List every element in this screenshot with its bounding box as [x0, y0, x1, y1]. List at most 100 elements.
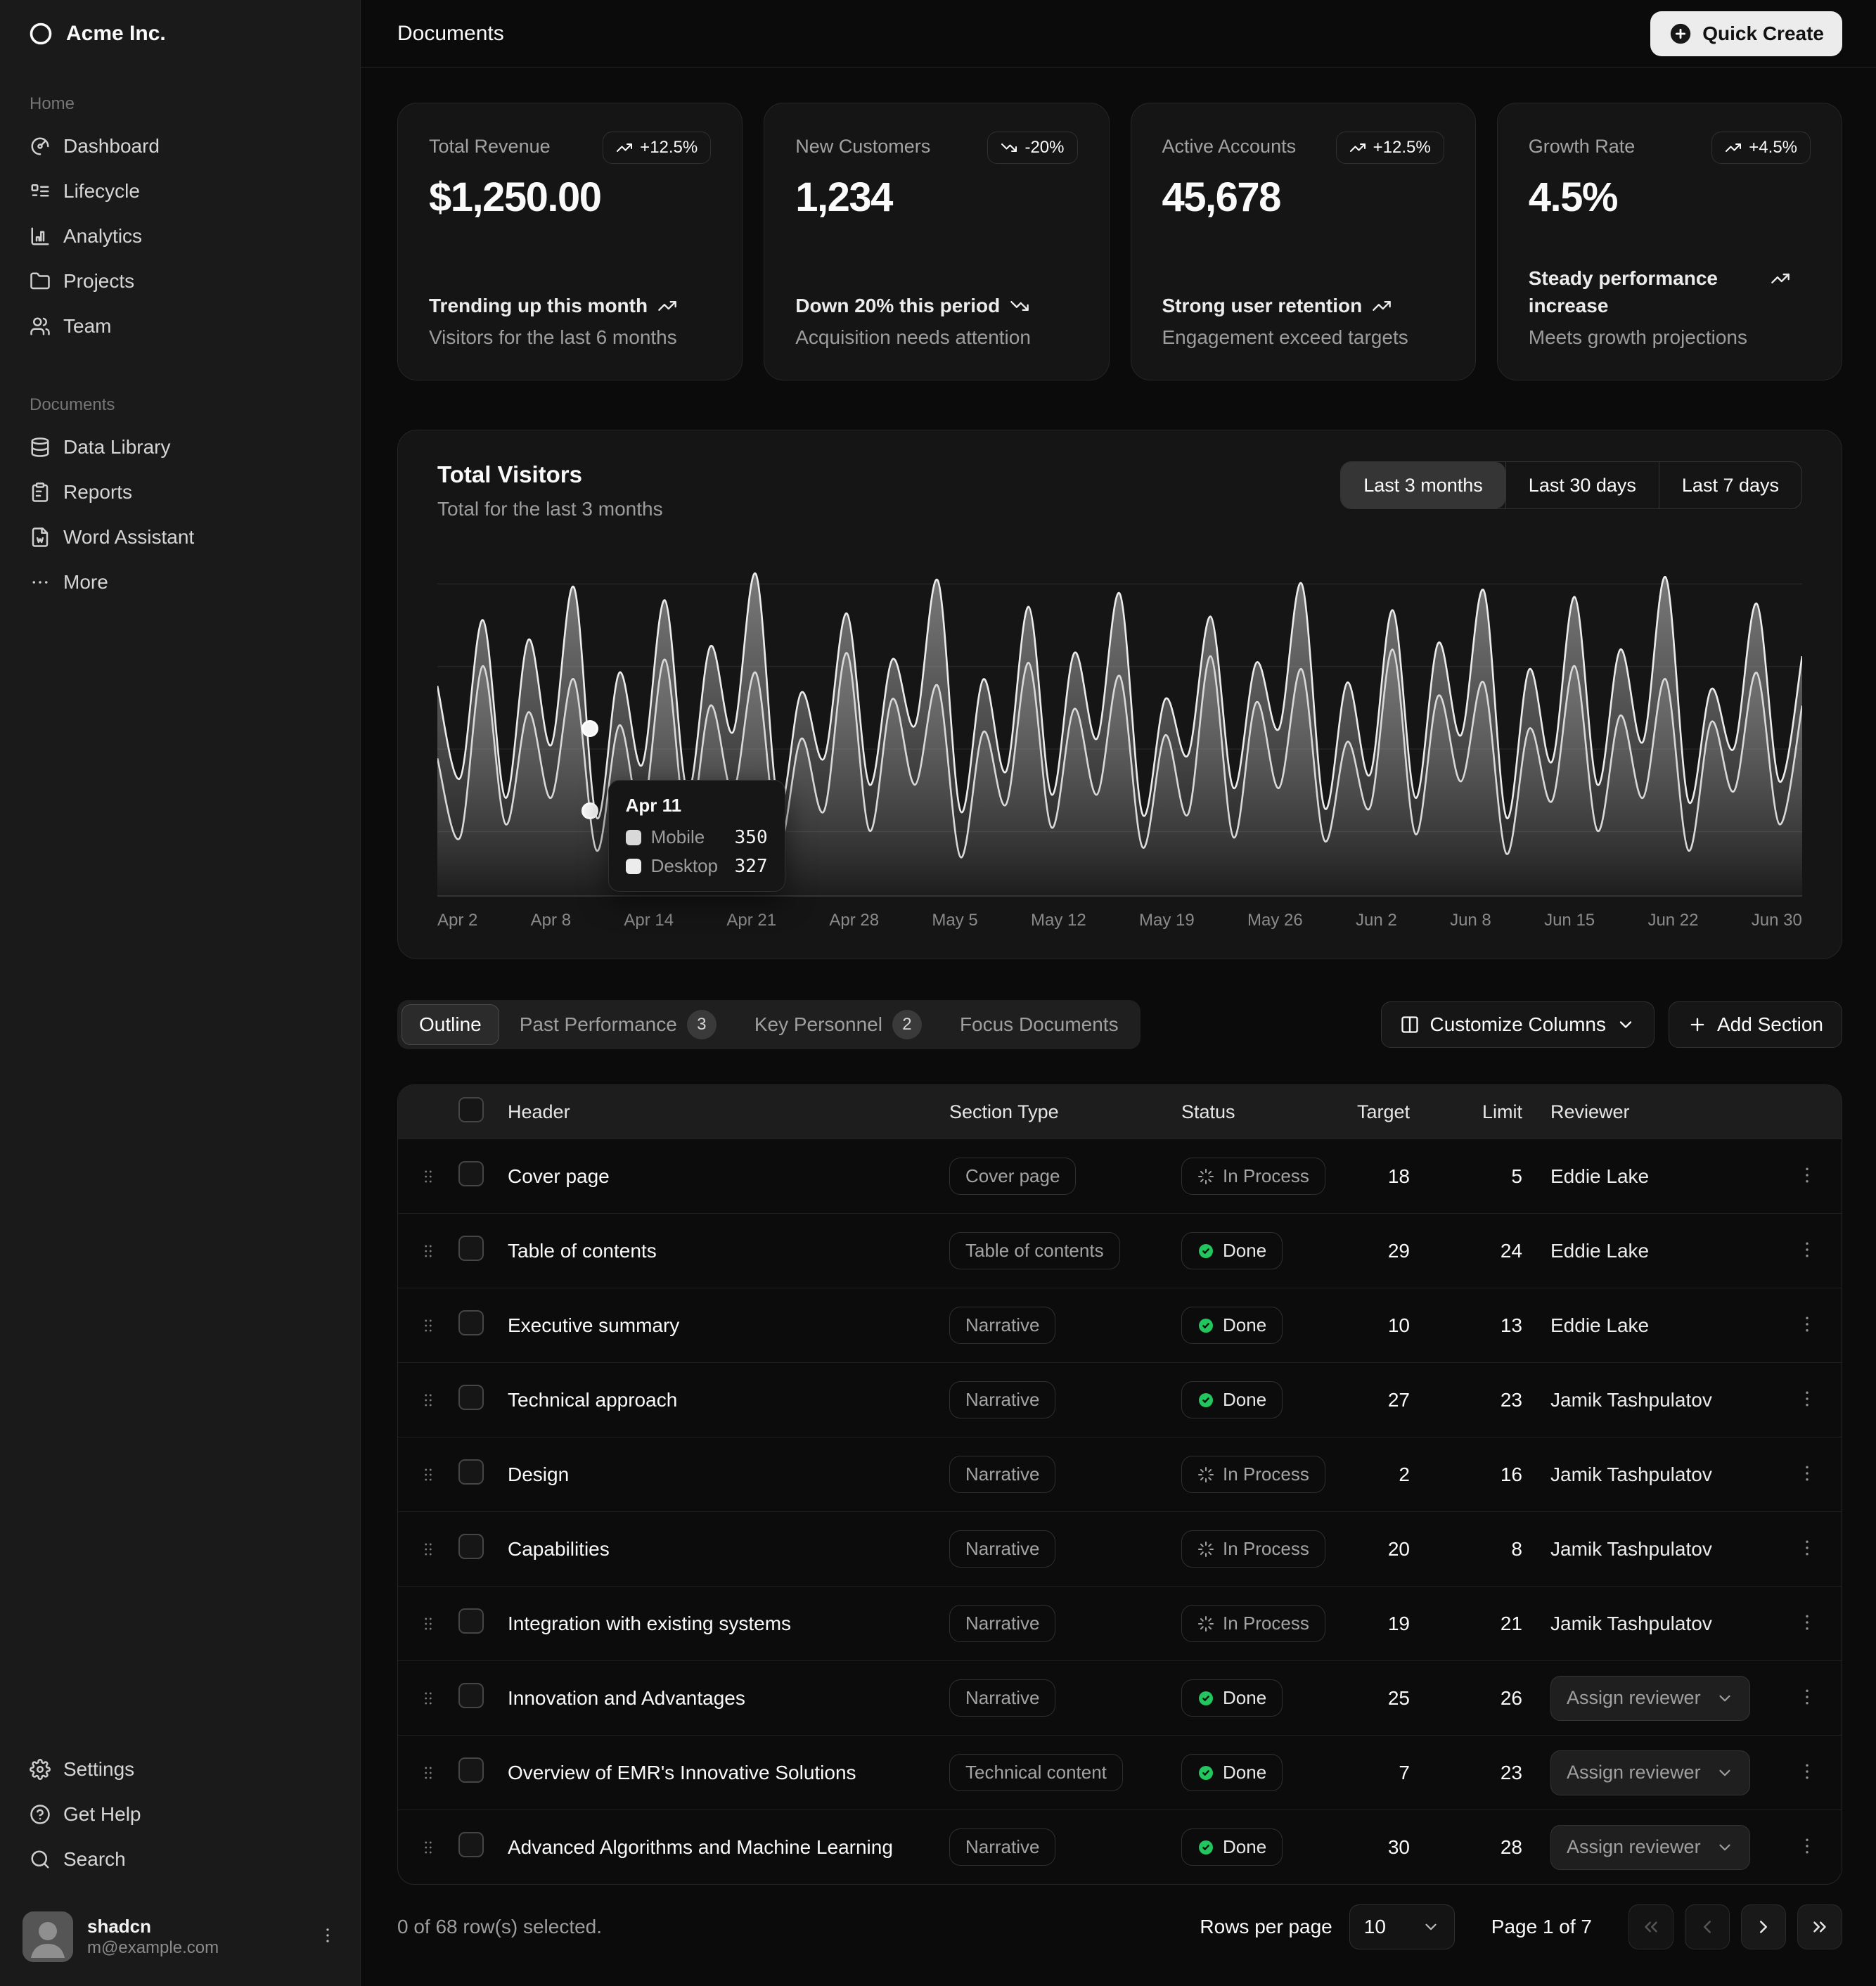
sidebar-item-projects[interactable]: Projects: [11, 259, 349, 304]
row-header-link[interactable]: Table of contents: [508, 1240, 949, 1262]
tab-key-personnel[interactable]: Key Personnel2: [737, 1004, 939, 1045]
customize-columns-button[interactable]: Customize Columns: [1381, 1001, 1655, 1048]
row-header-link[interactable]: Design: [508, 1463, 949, 1486]
row-menu-button[interactable]: [1797, 1686, 1818, 1710]
last-page-button[interactable]: [1797, 1904, 1842, 1949]
row-header-link[interactable]: Executive summary: [508, 1314, 949, 1337]
row-checkbox[interactable]: [458, 1385, 484, 1410]
row-checkbox[interactable]: [458, 1757, 484, 1783]
quick-create-button[interactable]: Quick Create: [1650, 11, 1842, 56]
row-menu-button[interactable]: [1797, 1537, 1818, 1561]
row-menu-button[interactable]: [1797, 1761, 1818, 1784]
section-type-badge: Table of contents: [949, 1232, 1120, 1269]
drag-handle[interactable]: [398, 1466, 458, 1484]
loader-icon: [1197, 1168, 1214, 1185]
drag-handle[interactable]: [398, 1391, 458, 1409]
row-checkbox[interactable]: [458, 1236, 484, 1261]
trend-badge: +4.5%: [1711, 132, 1811, 164]
row-checkbox[interactable]: [458, 1608, 484, 1634]
grip-vertical-icon: [419, 1838, 437, 1857]
col-reviewer: Reviewer: [1529, 1101, 1772, 1123]
drag-handle[interactable]: [398, 1242, 458, 1260]
range-option-last-30-days[interactable]: Last 30 days: [1505, 462, 1659, 508]
row-header-link[interactable]: Overview of EMR's Innovative Solutions: [508, 1762, 949, 1784]
row-menu-button[interactable]: [1797, 1612, 1818, 1635]
prev-page-button[interactable]: [1685, 1904, 1730, 1949]
drag-handle[interactable]: [398, 1615, 458, 1633]
row-header-link[interactable]: Cover page: [508, 1165, 949, 1188]
range-option-last-7-days[interactable]: Last 7 days: [1659, 462, 1801, 508]
assign-reviewer-select[interactable]: Assign reviewer: [1550, 1825, 1750, 1870]
row-header-link[interactable]: Advanced Algorithms and Machine Learning: [508, 1836, 949, 1859]
limit-value: 26: [1417, 1687, 1529, 1710]
sidebar-item-analytics[interactable]: Analytics: [11, 214, 349, 259]
select-all-checkbox[interactable]: [458, 1097, 484, 1122]
gear-icon: [30, 1759, 51, 1780]
sidebar-item-search[interactable]: Search: [11, 1837, 349, 1882]
row-header-link[interactable]: Integration with existing systems: [508, 1613, 949, 1635]
drag-handle[interactable]: [398, 1764, 458, 1782]
tab-outline[interactable]: Outline: [401, 1004, 499, 1045]
range-option-last-3-months[interactable]: Last 3 months: [1341, 462, 1505, 508]
content: Total Revenue +12.5% $1,250.00 Trending …: [361, 68, 1876, 1978]
status-badge: Done: [1181, 1381, 1283, 1418]
tab-count-badge: 2: [892, 1010, 922, 1039]
drag-handle[interactable]: [398, 1316, 458, 1335]
drag-handle[interactable]: [398, 1838, 458, 1857]
section-type-badge: Narrative: [949, 1605, 1055, 1642]
series-swatch: [626, 859, 641, 874]
drag-handle[interactable]: [398, 1167, 458, 1186]
users-icon: [30, 316, 51, 337]
table-footer: 0 of 68 row(s) selected. Rows per page 1…: [397, 1904, 1842, 1978]
plus-icon: [1688, 1015, 1707, 1034]
first-page-button[interactable]: [1628, 1904, 1673, 1949]
sidebar-item-reports[interactable]: Reports: [11, 470, 349, 515]
row-checkbox[interactable]: [458, 1534, 484, 1559]
next-page-button[interactable]: [1741, 1904, 1786, 1949]
sidebar-footer-nav: SettingsGet HelpSearch: [0, 1747, 360, 1895]
sidebar-item-lifecycle[interactable]: Lifecycle: [11, 169, 349, 214]
sidebar-item-team[interactable]: Team: [11, 304, 349, 349]
sidebar-item-more[interactable]: More: [11, 560, 349, 605]
tab-past-performance[interactable]: Past Performance3: [502, 1004, 734, 1045]
drag-handle[interactable]: [398, 1540, 458, 1558]
row-menu-button[interactable]: [1797, 1165, 1818, 1188]
chart-header: Total Visitors Total for the last 3 mont…: [437, 461, 1802, 520]
row-checkbox[interactable]: [458, 1310, 484, 1335]
assign-reviewer-select[interactable]: Assign reviewer: [1550, 1750, 1750, 1795]
row-menu-button[interactable]: [1797, 1239, 1818, 1262]
row-checkbox[interactable]: [458, 1683, 484, 1708]
sidebar-item-settings[interactable]: Settings: [11, 1747, 349, 1792]
sidebar-item-word-assistant[interactable]: Word Assistant: [11, 515, 349, 560]
user-meta: shadcn m@example.com: [87, 1915, 219, 1959]
tab-focus-documents[interactable]: Focus Documents: [942, 1004, 1136, 1045]
sidebar-item-get-help[interactable]: Get Help: [11, 1792, 349, 1837]
row-header-link[interactable]: Capabilities: [508, 1538, 949, 1561]
row-header-link[interactable]: Innovation and Advantages: [508, 1687, 949, 1710]
row-menu-button[interactable]: [1797, 1314, 1818, 1337]
row-checkbox[interactable]: [458, 1161, 484, 1186]
brand[interactable]: Acme Inc.: [0, 0, 360, 68]
more-vertical-icon: [1797, 1165, 1818, 1186]
row-menu-button[interactable]: [1797, 1388, 1818, 1411]
user-menu[interactable]: shadcn m@example.com: [11, 1902, 349, 1972]
row-header-link[interactable]: Technical approach: [508, 1389, 949, 1411]
row-menu-button[interactable]: [1797, 1463, 1818, 1486]
pager: [1628, 1904, 1842, 1949]
assign-reviewer-select[interactable]: Assign reviewer: [1550, 1676, 1750, 1721]
col-section-type: Section Type: [949, 1101, 1181, 1123]
sidebar-item-dashboard[interactable]: Dashboard: [11, 124, 349, 169]
x-tick-label: Jun 8: [1450, 911, 1491, 930]
reviewer-name: Jamik Tashpulatov: [1529, 1613, 1772, 1635]
add-section-button[interactable]: Add Section: [1669, 1001, 1842, 1048]
target-value: 29: [1343, 1240, 1417, 1262]
row-checkbox[interactable]: [458, 1459, 484, 1485]
chart-plot[interactable]: Apr 11 Mobile350 Desktop327: [437, 554, 1802, 897]
sidebar-item-data-library[interactable]: Data Library: [11, 425, 349, 470]
range-toggle-group: Last 3 monthsLast 30 daysLast 7 days: [1340, 461, 1802, 509]
row-menu-button[interactable]: [1797, 1836, 1818, 1859]
row-checkbox[interactable]: [458, 1832, 484, 1857]
chevrons-right-icon: [1809, 1916, 1830, 1937]
rows-per-page-select[interactable]: 10: [1349, 1904, 1455, 1949]
drag-handle[interactable]: [398, 1689, 458, 1708]
